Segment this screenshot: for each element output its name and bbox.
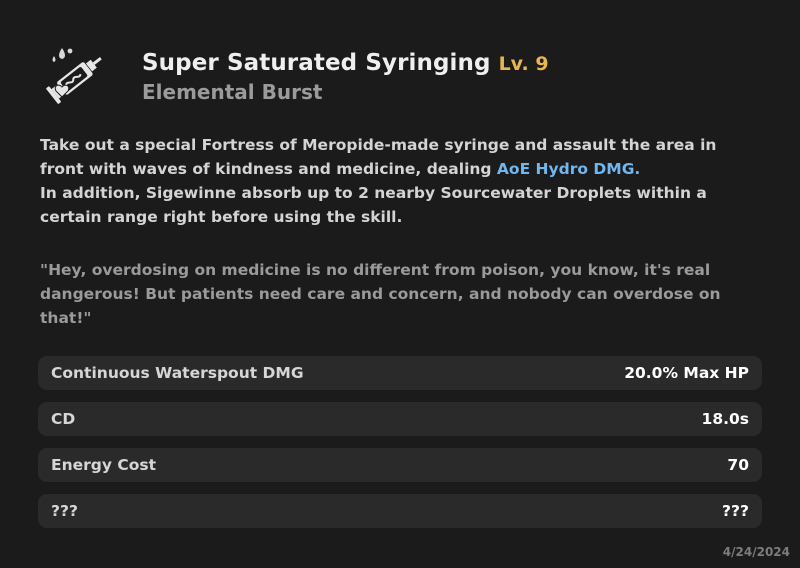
stat-value: 18.0s — [701, 410, 749, 428]
date-stamp: 4/24/2024 — [722, 545, 790, 559]
stat-row: CD 18.0s — [38, 402, 762, 436]
skill-header: Super Saturated Syringing Lv. 9 Elementa… — [142, 50, 549, 104]
skill-level: Lv. 9 — [498, 53, 549, 75]
skill-name: Super Saturated Syringing — [142, 50, 491, 76]
skill-description: Take out a special Fortress of Meropide-… — [40, 133, 760, 229]
description-paragraph-2: In addition, Sigewinne absorb up to 2 ne… — [40, 184, 707, 226]
skill-type: Elemental Burst — [142, 80, 323, 104]
stat-value: 20.0% Max HP — [624, 364, 749, 382]
hydro-dmg-highlight: AoE Hydro DMG. — [496, 160, 641, 178]
stat-value: ??? — [722, 502, 749, 520]
flavor-quote: "Hey, overdosing on medicine is no diffe… — [40, 261, 721, 327]
stat-label: ??? — [51, 502, 78, 520]
description-paragraph-1: Take out a special Fortress of Meropide-… — [40, 133, 760, 181]
syringe-burst-icon — [46, 48, 102, 104]
talent-card: Super Saturated Syringing Lv. 9 Elementa… — [0, 0, 800, 568]
stats-table: Continuous Waterspout DMG 20.0% Max HP C… — [38, 356, 762, 540]
stat-label: Continuous Waterspout DMG — [51, 364, 304, 382]
stat-row: Energy Cost 70 — [38, 448, 762, 482]
stat-value: 70 — [727, 456, 749, 474]
stat-label: Energy Cost — [51, 456, 157, 474]
stat-row: ??? ??? — [38, 494, 762, 528]
stat-label: CD — [51, 410, 76, 428]
stat-row: Continuous Waterspout DMG 20.0% Max HP — [38, 356, 762, 390]
